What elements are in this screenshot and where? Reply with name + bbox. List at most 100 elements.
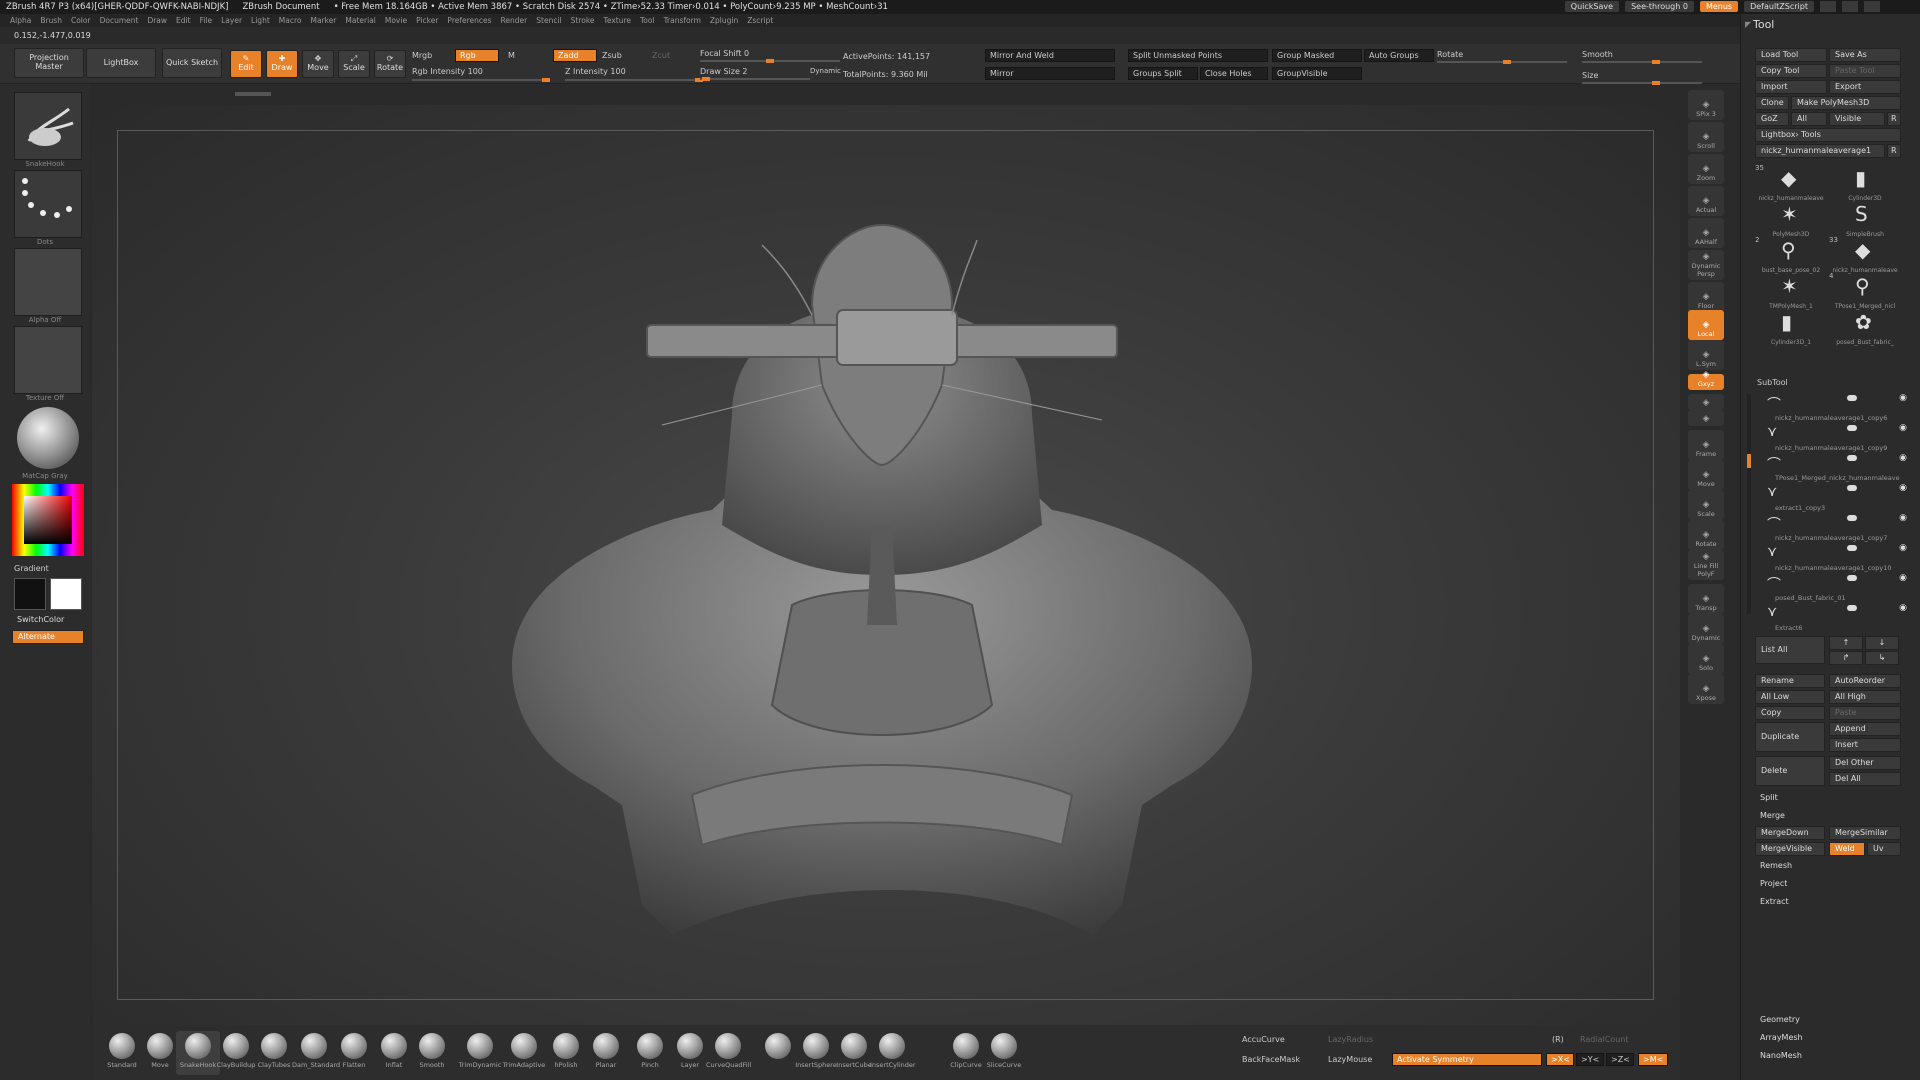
secondary-color-swatch[interactable] bbox=[14, 578, 46, 610]
menu-material[interactable]: Material bbox=[345, 16, 375, 25]
import-button[interactable]: Import bbox=[1755, 80, 1827, 94]
canvas-viewport[interactable] bbox=[92, 105, 1680, 1025]
menu-stroke[interactable]: Stroke bbox=[571, 16, 595, 25]
tool-thumbnail[interactable]: ✶ TMPolyMesh_1 bbox=[1755, 272, 1827, 310]
lightbox-tools-button[interactable]: Lightbox› Tools bbox=[1755, 128, 1901, 142]
switch-color-button[interactable]: SwitchColor bbox=[12, 614, 84, 628]
subtool-item[interactable]: ⋎ ◉ extract1_copy3 bbox=[1761, 482, 1911, 512]
subtool-toggle-icon[interactable] bbox=[1847, 575, 1857, 581]
rgb-toggle[interactable]: Rgb bbox=[455, 49, 499, 62]
menu-macro[interactable]: Macro bbox=[279, 16, 302, 25]
menu-document[interactable]: Document bbox=[100, 16, 139, 25]
dock-button-dynamic-persp[interactable]: ◈ Dynamic Persp bbox=[1688, 250, 1724, 280]
dock-button-icon-11[interactable]: ◈ bbox=[1688, 410, 1724, 426]
draw-mode-button[interactable]: ✚ Draw bbox=[266, 50, 298, 78]
uv-toggle[interactable]: Uv bbox=[1867, 842, 1901, 856]
menu-file[interactable]: File bbox=[200, 16, 213, 25]
eye-icon[interactable]: ◉ bbox=[1899, 483, 1907, 493]
eye-icon[interactable]: ◉ bbox=[1899, 423, 1907, 433]
all-high-button[interactable]: All High bbox=[1829, 690, 1901, 704]
menu-layer[interactable]: Layer bbox=[221, 16, 242, 25]
see-through-slider[interactable]: See-through 0 bbox=[1625, 1, 1694, 12]
brush-insertcylinder[interactable]: InsertCylinder bbox=[870, 1031, 916, 1075]
brush-pinch[interactable]: Pinch bbox=[628, 1031, 672, 1075]
radial-count-slider[interactable]: RadialCount bbox=[1580, 1035, 1628, 1044]
subtool-scroll-thumb[interactable] bbox=[1747, 454, 1751, 468]
accucurve-toggle[interactable]: AccuCurve bbox=[1242, 1035, 1285, 1044]
menu-movie[interactable]: Movie bbox=[385, 16, 407, 25]
menu-marker[interactable]: Marker bbox=[310, 16, 336, 25]
menu-light[interactable]: Light bbox=[251, 16, 270, 25]
move-up-button[interactable]: ↑ bbox=[1829, 636, 1863, 650]
scale-mode-button[interactable]: ⤢ Scale bbox=[338, 50, 370, 78]
dock-button-l-sym[interactable]: ◈ L.Sym bbox=[1688, 340, 1724, 370]
close-icon[interactable] bbox=[1864, 1, 1880, 12]
brush-trimadaptive[interactable]: TrimAdaptive bbox=[502, 1031, 546, 1075]
copy-subtool-button[interactable]: Copy bbox=[1755, 706, 1825, 720]
tool-thumbnail[interactable]: 4 ⚲ TPose1_Merged_nicl bbox=[1829, 272, 1901, 310]
goz-r-button[interactable]: R bbox=[1887, 112, 1901, 126]
dynamic-toggle[interactable]: Dynamic bbox=[810, 67, 841, 75]
eye-icon[interactable]: ◉ bbox=[1899, 543, 1907, 553]
lazy-mouse-toggle[interactable]: LazyMouse bbox=[1328, 1055, 1372, 1064]
tool-thumbnail[interactable]: 2 ⚲ bust_base_pose_02 bbox=[1755, 236, 1827, 274]
make-polymesh-button[interactable]: Make PolyMesh3D bbox=[1791, 96, 1901, 110]
zadd-toggle[interactable]: Zadd bbox=[553, 49, 597, 62]
brush-selector[interactable] bbox=[14, 92, 82, 160]
menu-preferences[interactable]: Preferences bbox=[447, 16, 491, 25]
quick-sketch-button[interactable]: Quick Sketch bbox=[162, 48, 222, 78]
weld-toggle[interactable]: Weld bbox=[1829, 842, 1865, 856]
save-as-button[interactable]: Save As bbox=[1829, 48, 1901, 62]
stroke-selector[interactable] bbox=[14, 170, 82, 238]
draw-size-track[interactable] bbox=[700, 77, 810, 81]
lazy-radius-slider[interactable]: LazyRadius bbox=[1328, 1035, 1373, 1044]
z-intensity-track[interactable] bbox=[565, 78, 703, 82]
tool-thumbnail[interactable]: 33 ◆ nickz_humanmaleave bbox=[1829, 236, 1901, 274]
arraymesh-section[interactable]: ArrayMesh bbox=[1755, 1032, 1901, 1046]
merge-visible-button[interactable]: MergeVisible bbox=[1755, 842, 1825, 856]
del-other-button[interactable]: Del Other bbox=[1829, 756, 1901, 770]
geometry-section[interactable]: Geometry bbox=[1755, 1014, 1901, 1028]
zcut-toggle[interactable]: Zcut bbox=[652, 51, 670, 60]
sculpt-model[interactable] bbox=[92, 105, 1680, 1025]
menu-edit[interactable]: Edit bbox=[176, 16, 191, 25]
menu-tool[interactable]: Tool bbox=[640, 16, 655, 25]
load-tool-button[interactable]: Load Tool bbox=[1755, 48, 1827, 62]
subtool-item[interactable]: ⋎ ◉ Extract6 bbox=[1761, 602, 1911, 632]
group-visible-button[interactable]: GroupVisible bbox=[1272, 67, 1362, 80]
insert-button[interactable]: Insert bbox=[1829, 738, 1901, 752]
eye-icon[interactable]: ◉ bbox=[1899, 393, 1907, 403]
mirror-button[interactable]: Mirror bbox=[985, 67, 1115, 80]
subtool-item[interactable]: ⋎ ◉ nickz_humanmaleaverage1_copy9 bbox=[1761, 422, 1911, 452]
auto-reorder-button[interactable]: AutoReorder bbox=[1829, 674, 1901, 688]
lightbox-button[interactable]: LightBox bbox=[86, 48, 156, 78]
dock-button-frame[interactable]: ◈ Frame bbox=[1688, 430, 1724, 460]
rotate-slider-label[interactable]: Rotate bbox=[1437, 50, 1463, 59]
rgb-intensity-track[interactable] bbox=[412, 78, 550, 82]
color-picker[interactable] bbox=[12, 484, 84, 556]
menu-alpha[interactable]: Alpha bbox=[10, 16, 31, 25]
texture-selector[interactable] bbox=[14, 326, 82, 394]
menu-color[interactable]: Color bbox=[71, 16, 91, 25]
subtool-toggle-icon[interactable] bbox=[1847, 605, 1857, 611]
subtool-toggle-icon[interactable] bbox=[1847, 395, 1857, 401]
merge-section[interactable]: Merge bbox=[1755, 810, 1901, 824]
symmetry-x-toggle[interactable]: >X< bbox=[1546, 1053, 1574, 1066]
all-low-button[interactable]: All Low bbox=[1755, 690, 1825, 704]
move-top-button[interactable]: ↱ bbox=[1829, 651, 1863, 665]
minimize-icon[interactable] bbox=[1820, 1, 1836, 12]
subtool-title[interactable]: SubTool bbox=[1757, 378, 1788, 387]
dock-button-rotate[interactable]: ◈ Rotate bbox=[1688, 520, 1724, 550]
backface-mask-toggle[interactable]: BackFaceMask bbox=[1242, 1055, 1300, 1064]
subtool-item[interactable]: ⌒ ◉ TPose1_Merged_nickz_humanmaleave bbox=[1761, 452, 1911, 482]
rotate-track[interactable] bbox=[1437, 60, 1567, 64]
clone-button[interactable]: Clone bbox=[1755, 96, 1789, 110]
subtool-scrollbar[interactable] bbox=[1747, 394, 1751, 614]
dock-button-dynamic[interactable]: ◈ Dynamic bbox=[1688, 614, 1724, 644]
dock-button-scroll[interactable]: ◈ Scroll bbox=[1688, 122, 1724, 152]
focal-shift-slider[interactable]: Focal Shift 0 bbox=[700, 49, 749, 58]
symmetry-y-toggle[interactable]: >Y< bbox=[1576, 1053, 1604, 1066]
dock-button-icon-10[interactable]: ◈ bbox=[1688, 394, 1724, 410]
menu-render[interactable]: Render bbox=[501, 16, 528, 25]
eye-icon[interactable]: ◉ bbox=[1899, 513, 1907, 523]
